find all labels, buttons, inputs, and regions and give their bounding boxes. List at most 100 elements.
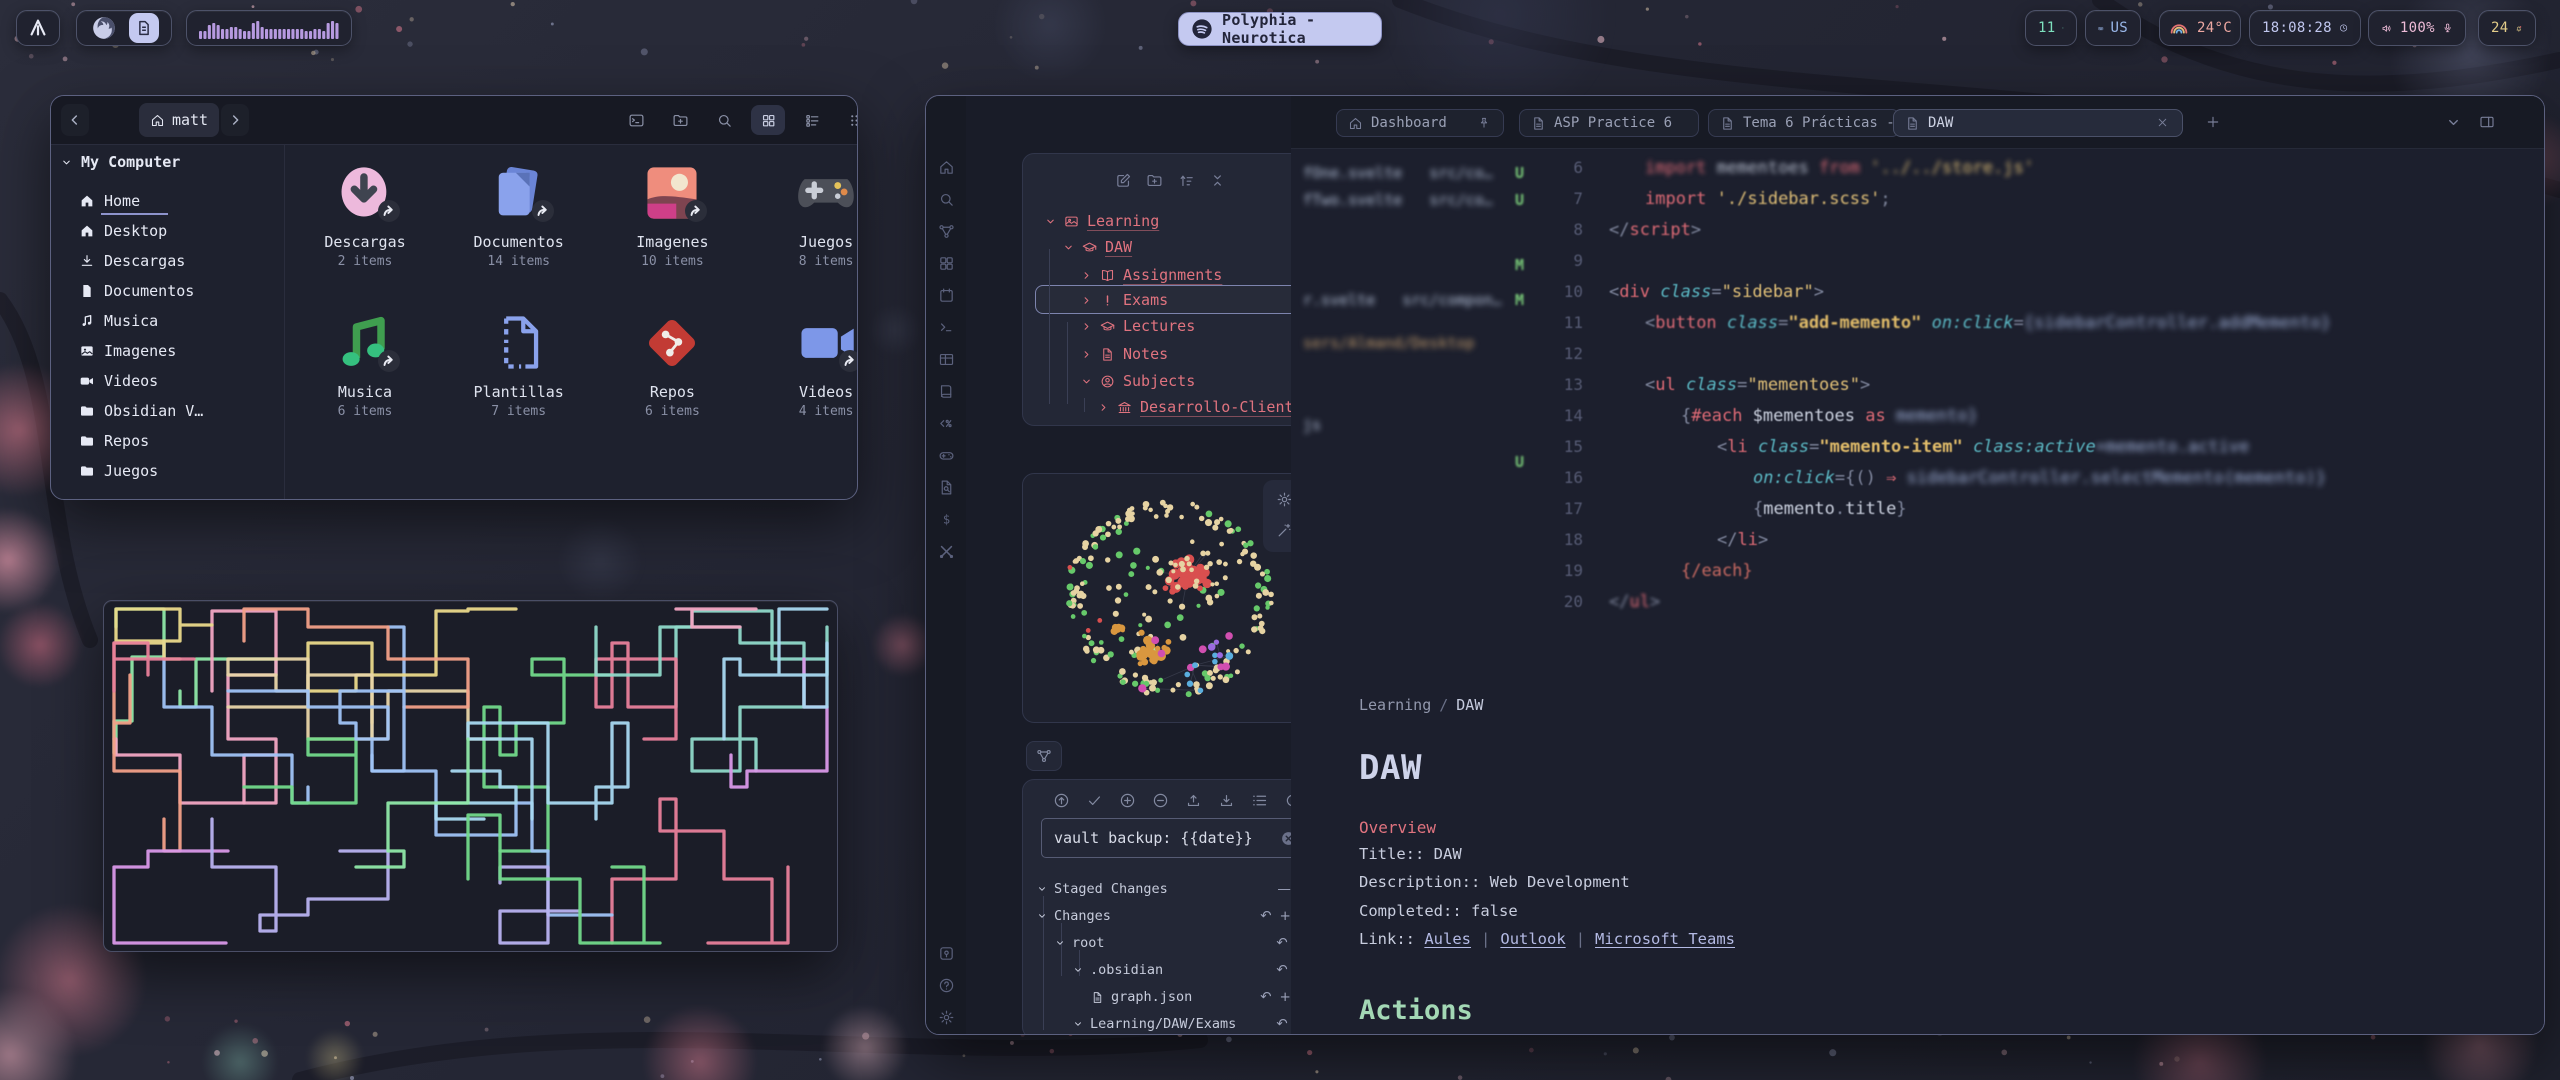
ribbon-home-button[interactable] xyxy=(937,158,955,176)
stage-all-button[interactable] xyxy=(1117,790,1137,810)
note-link[interactable]: Microsoft Teams xyxy=(1595,930,1735,948)
breadcrumb-segment[interactable]: DAW xyxy=(1456,696,1483,714)
notifications-indicator[interactable]: 24 xyxy=(2478,10,2536,46)
folder-imagenes[interactable]: Imagenes 10 items xyxy=(607,161,737,269)
sidebar-item-home[interactable]: Home xyxy=(79,192,140,210)
git-row-root[interactable]: root↶+ xyxy=(1023,930,1323,956)
discard-icon[interactable]: ↶ xyxy=(1276,1016,1287,1032)
folder-plantillas[interactable]: Plantillas 7 items xyxy=(454,311,584,419)
ribbon-gear-button[interactable] xyxy=(937,1008,955,1026)
tree-item-assignments[interactable]: Assignments xyxy=(1081,266,1222,284)
stage-icon[interactable]: + xyxy=(1280,908,1291,924)
sort-button[interactable] xyxy=(1176,170,1196,190)
discard-icon[interactable]: ↶ xyxy=(1276,935,1287,951)
ribbon-search-button[interactable] xyxy=(937,190,955,208)
sidebar-item-juegos[interactable]: Juegos xyxy=(79,462,158,480)
stage-icon[interactable]: + xyxy=(1280,989,1291,1005)
tree-item-subjects[interactable]: Subjects xyxy=(1081,372,1195,390)
folder-repos[interactable]: Repos 6 items xyxy=(607,311,737,419)
discard-icon[interactable]: ↶ xyxy=(1260,908,1271,924)
tab-tema-6-pr-cticas-[interactable]: Tema 6 Prácticas -… xyxy=(1708,109,1900,137)
git-row-changes[interactable]: Changes↶+2 xyxy=(1023,903,1323,929)
ribbon-table-button[interactable] xyxy=(937,350,955,368)
folder-juegos[interactable]: Juegos 8 items xyxy=(761,161,858,269)
open-terminal-button[interactable] xyxy=(619,105,653,135)
view-list-button[interactable] xyxy=(795,105,829,135)
change-layout-button[interactable] xyxy=(1249,790,1269,810)
tree-item-exams[interactable]: Exams xyxy=(1081,291,1168,309)
push-button[interactable] xyxy=(1183,790,1203,810)
ribbon-vault-button[interactable] xyxy=(937,944,955,962)
view-compact-button[interactable] xyxy=(839,105,858,135)
sidebar-root-computer[interactable]: My Computer xyxy=(61,153,180,171)
ribbon-gamepad-button[interactable] xyxy=(937,446,955,464)
view-grid-button[interactable] xyxy=(751,105,785,135)
folder-documentos[interactable]: Documentos 14 items xyxy=(454,161,584,269)
ribbon-code-button[interactable] xyxy=(937,414,955,432)
git-row-graph-json[interactable]: graph.json↶+M xyxy=(1023,984,1323,1010)
ribbon-dollar-button[interactable]: $ xyxy=(937,510,955,528)
collapse-button[interactable] xyxy=(1207,170,1227,190)
tree-item-learning[interactable]: Learning xyxy=(1045,212,1159,230)
commit-button[interactable] xyxy=(1084,790,1104,810)
tree-item-notes[interactable]: Notes xyxy=(1081,345,1168,363)
commit-and-push-button[interactable] xyxy=(1051,790,1071,810)
new-folder-button[interactable] xyxy=(663,105,697,135)
forward-button[interactable] xyxy=(221,104,249,136)
back-button[interactable] xyxy=(61,104,89,136)
weather-indicator[interactable]: 24°C xyxy=(2159,10,2241,46)
note-link[interactable]: Outlook xyxy=(1500,930,1565,948)
keyboard-layout-indicator[interactable]: US xyxy=(2085,10,2141,46)
git-panel-button[interactable] xyxy=(1026,741,1062,771)
volume-indicator[interactable]: 100% xyxy=(2368,10,2466,46)
tab-list-chevron-button[interactable] xyxy=(2443,112,2463,132)
sidebar-item-descargas[interactable]: Descargas xyxy=(79,252,185,270)
tab-dashboard[interactable]: Dashboard xyxy=(1336,109,1504,137)
tree-item-daw[interactable]: DAW xyxy=(1063,238,1132,256)
commit-message-input[interactable] xyxy=(1041,818,1305,858)
discard-icon[interactable]: ↶ xyxy=(1260,989,1271,1005)
sidebar-item-desktop[interactable]: Desktop xyxy=(79,222,167,240)
tree-item-desarrollo-cliente[interactable]: Desarrollo-Cliente xyxy=(1098,398,1303,416)
sidebar-item-imagenes[interactable]: Imagenes xyxy=(79,342,176,360)
discard-icon[interactable]: ↶ xyxy=(1276,962,1287,978)
tab-daw[interactable]: DAW xyxy=(1893,109,2183,137)
ribbon-terminal-button[interactable] xyxy=(937,318,955,336)
git-row-learning-daw-exams[interactable]: Learning/DAW/Exams↶+ xyxy=(1023,1011,1323,1035)
note-link[interactable]: Aules xyxy=(1424,930,1471,948)
split-layout-button[interactable] xyxy=(2477,112,2497,132)
tab-asp-practice-6[interactable]: ASP Practice 6 xyxy=(1519,109,1699,137)
sidebar-item-repos[interactable]: Repos xyxy=(79,432,149,450)
clock-indicator[interactable]: 18:08:28 xyxy=(2249,10,2361,46)
updates-indicator[interactable]: 11 xyxy=(2025,10,2077,46)
tree-item-lectures[interactable]: Lectures xyxy=(1081,317,1195,335)
folder-descargas[interactable]: Descargas 2 items xyxy=(300,161,430,269)
folder-musica[interactable]: Musica 6 items xyxy=(300,311,430,419)
ribbon-book-button[interactable] xyxy=(937,382,955,400)
folder-videos[interactable]: Videos 4 items xyxy=(761,311,858,419)
now-playing[interactable]: Polyphia - Neurotica xyxy=(1178,12,1382,46)
ribbon-tools-button[interactable] xyxy=(937,542,955,560)
breadcrumb-segment[interactable]: Learning xyxy=(1359,696,1431,714)
ribbon-help-button[interactable] xyxy=(937,976,955,994)
new-note-button[interactable] xyxy=(1113,170,1133,190)
ribbon-grid-button[interactable] xyxy=(937,254,955,272)
ribbon-calendar-button[interactable] xyxy=(937,286,955,304)
git-row--obsidian[interactable]: .obsidian↶+ xyxy=(1023,957,1323,983)
search-button[interactable] xyxy=(707,105,741,135)
firefox-app-icon[interactable] xyxy=(89,13,119,43)
new-tab-button[interactable] xyxy=(2203,112,2223,132)
unstage-all-button[interactable] xyxy=(1150,790,1170,810)
sidebar-item-videos[interactable]: Videos xyxy=(79,372,158,390)
files-app-icon[interactable] xyxy=(129,13,159,43)
unstage-icon[interactable]: — xyxy=(1277,881,1291,897)
launcher-button[interactable] xyxy=(16,10,60,46)
close-icon[interactable] xyxy=(2156,116,2171,131)
sidebar-item-documentos[interactable]: Documentos xyxy=(79,282,194,300)
pull-button[interactable] xyxy=(1216,790,1236,810)
new-folder-button[interactable] xyxy=(1144,170,1164,190)
git-row-staged-changes[interactable]: Staged Changes—0 xyxy=(1023,876,1323,902)
ribbon-file-search-button[interactable] xyxy=(937,478,955,496)
breadcrumb[interactable]: matt xyxy=(139,103,219,137)
sidebar-item-obsidian-v-[interactable]: Obsidian V… xyxy=(79,402,203,420)
